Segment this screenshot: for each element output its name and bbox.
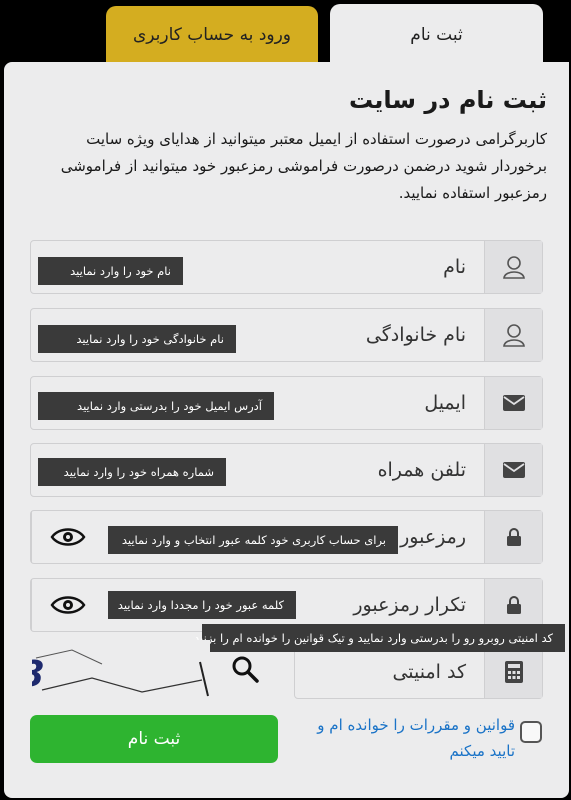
captcha-code-text: 667988 bbox=[32, 654, 46, 695]
form-description: کاربرگرامی درصورت استفاده از ایمیل معتبر… bbox=[60, 130, 547, 202]
terms-link[interactable]: قوانین و مقررات را خوانده ام و تایید میک… bbox=[295, 712, 515, 764]
email-label: ایمیل bbox=[424, 392, 466, 414]
last-name-hint: نام خانوادگی خود را وارد نمایید bbox=[38, 325, 236, 353]
terms-checkbox[interactable] bbox=[520, 721, 542, 743]
envelope-icon bbox=[484, 377, 542, 429]
submit-register-label: ثبت نام bbox=[127, 729, 181, 749]
envelope-icon bbox=[484, 444, 542, 496]
captcha-image: 667988 bbox=[32, 640, 210, 702]
tab-login-label: ورود به حساب کاربری bbox=[133, 25, 292, 45]
refresh-captcha-search-icon[interactable] bbox=[230, 654, 260, 684]
submit-register-button[interactable]: ثبت نام bbox=[30, 715, 278, 763]
captcha-label: کد امنیتی bbox=[392, 661, 466, 683]
tab-login[interactable]: ورود به حساب کاربری bbox=[106, 6, 318, 64]
user-icon bbox=[484, 241, 542, 293]
password-hint: برای حساب کاربری خود کلمه عبور انتخاب و … bbox=[108, 526, 398, 554]
page-title: ثبت نام در سایت bbox=[348, 86, 547, 114]
captcha-field[interactable]: کد امنیتی bbox=[294, 645, 543, 699]
password-repeat-hint: کلمه عبور خود را مجددا وارد نمایید bbox=[108, 591, 296, 619]
tab-register-label: ثبت نام bbox=[410, 25, 463, 45]
lock-icon bbox=[484, 511, 542, 563]
first-name-label: نام bbox=[443, 256, 466, 278]
tab-register[interactable]: ثبت نام bbox=[330, 4, 543, 66]
user-icon bbox=[484, 309, 542, 361]
password-label: رمزعبور bbox=[400, 526, 466, 548]
email-hint: آدرس ایمیل خود را بدرستی وارد نمایید bbox=[38, 392, 274, 420]
mobile-hint: شماره همراه خود را وارد نمایید bbox=[38, 458, 226, 486]
show-password-repeat-eye-icon[interactable] bbox=[31, 579, 103, 631]
show-password-eye-icon[interactable] bbox=[31, 511, 103, 563]
mobile-label: تلفن همراه bbox=[377, 459, 466, 481]
calculator-icon bbox=[484, 646, 542, 698]
captcha-hint: کد امنیتی روبرو رو را بدرستی وارد نمایید… bbox=[194, 624, 565, 652]
last-name-label: نام خانوادگی bbox=[365, 324, 466, 346]
first-name-hint: نام خود را وارد نمایید bbox=[38, 257, 183, 285]
